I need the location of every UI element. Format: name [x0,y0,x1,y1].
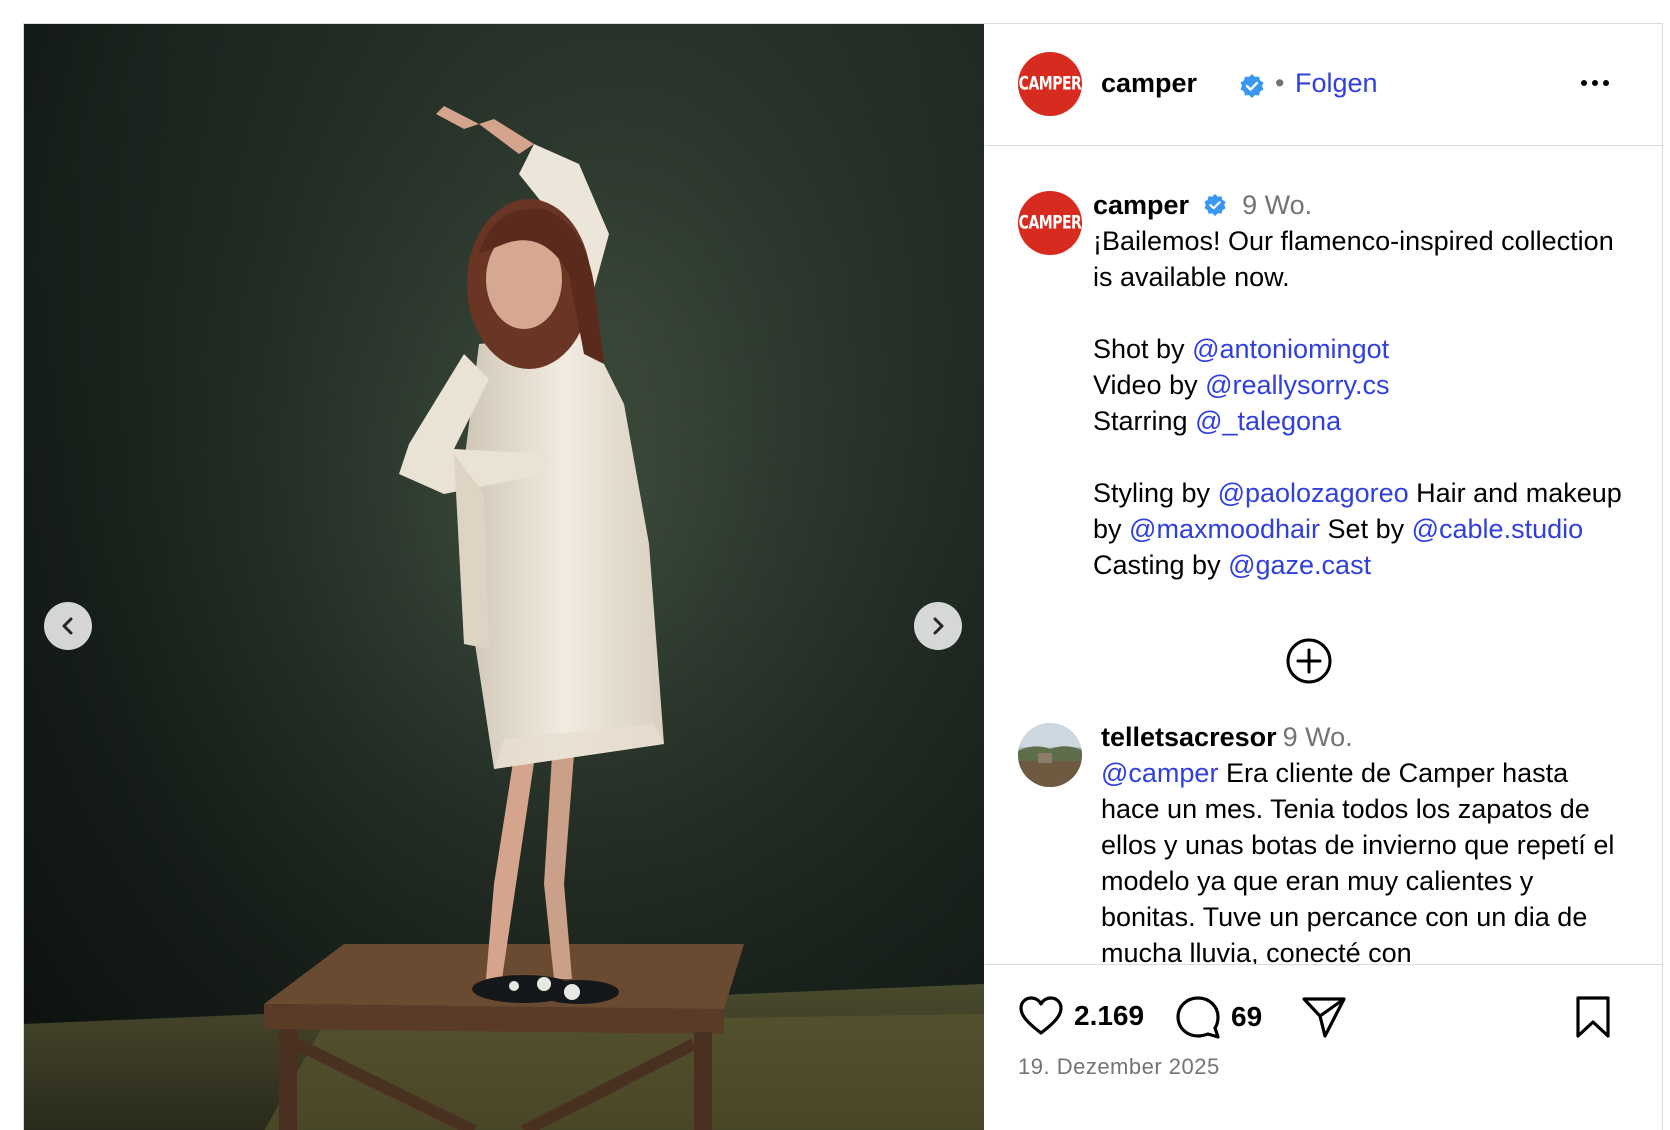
previous-image-button[interactable] [44,602,92,650]
save-button[interactable] [1573,995,1613,1039]
verified-badge-icon [1203,193,1226,216]
post-media[interactable] [24,24,984,1130]
mention-link[interactable]: @reallysorry.cs [1205,370,1389,400]
mention-link[interactable]: @cable.studio [1412,514,1584,544]
comment-text: Era cliente de Camper hasta hace un mes.… [1101,758,1615,964]
comments-list[interactable]: CAMPER camper 9 Wo. ¡Bailemos! Our flame… [985,147,1662,964]
comment-button[interactable]: 69 [1175,995,1262,1039]
post-header: CAMPER camper • Folgen [985,24,1662,146]
next-image-button[interactable] [914,602,962,650]
like-button[interactable]: 2.169 [1018,995,1144,1037]
credit-label: Set by [1327,514,1405,544]
credit-label: Video by [1093,370,1198,400]
send-icon [1302,997,1346,1038]
flamenco-dancer-photo [24,24,984,1130]
caption-avatar[interactable]: CAMPER [1018,191,1082,255]
credit-label: Shot by [1093,334,1185,364]
post-date[interactable]: 19. Dezember 2025 [1018,1054,1220,1080]
separator-dot: • [1275,68,1285,98]
credit-label: Casting by [1093,550,1221,580]
caption: camper 9 Wo. ¡Bailemos! Our flamenco-ins… [1093,187,1633,583]
caption-text: ¡Bailemos! Our flamenco-inspired collect… [1093,226,1614,292]
credit-label: Starring [1093,406,1188,436]
post-modal: CAMPER camper • Folgen CAMPER camper 9 W… [23,23,1663,1130]
mention-link[interactable]: @camper [1101,758,1218,788]
more-options-button[interactable] [1575,68,1615,98]
credit-label: Styling by [1093,478,1211,508]
comment-count[interactable]: 69 [1231,1001,1262,1033]
caption-username[interactable]: camper [1093,190,1189,220]
mention-link[interactable]: @_talegona [1195,406,1341,436]
verified-badge-icon [1240,74,1264,98]
bookmark-icon [1576,996,1610,1038]
mention-link[interactable]: @antoniomingot [1192,334,1389,364]
follow-button[interactable]: Folgen [1295,68,1378,99]
commenter-avatar[interactable] [1018,723,1082,787]
account-username[interactable]: camper [1101,68,1197,99]
mention-link[interactable]: @gaze.cast [1228,550,1371,580]
caption-timestamp[interactable]: 9 Wo. [1242,190,1312,220]
landscape-photo [1018,723,1082,787]
comment-username[interactable]: telletsacresor [1101,722,1277,752]
mention-link[interactable]: @maxmoodhair [1129,514,1320,544]
comment-icon [1176,996,1220,1039]
like-count[interactable]: 2.169 [1074,1000,1144,1032]
heart-icon [1019,996,1063,1035]
comment-timestamp[interactable]: 9 Wo. [1283,722,1353,752]
mention-link[interactable]: @paolozagoreo [1218,478,1409,508]
share-button[interactable] [1301,995,1347,1039]
post-side-panel: CAMPER camper • Folgen CAMPER camper 9 W… [985,24,1662,1130]
more-horizontal-icon [1581,80,1587,86]
comment: telletsacresor 9 Wo. @camper Era cliente … [1101,719,1621,964]
chevron-right-icon [933,617,944,635]
account-avatar[interactable]: CAMPER [1018,52,1082,116]
chevron-left-icon [62,617,73,635]
action-bar: 2.169 69 19. Dezember 2025 [985,964,1662,1130]
plus-circle-icon[interactable] [1283,635,1335,687]
